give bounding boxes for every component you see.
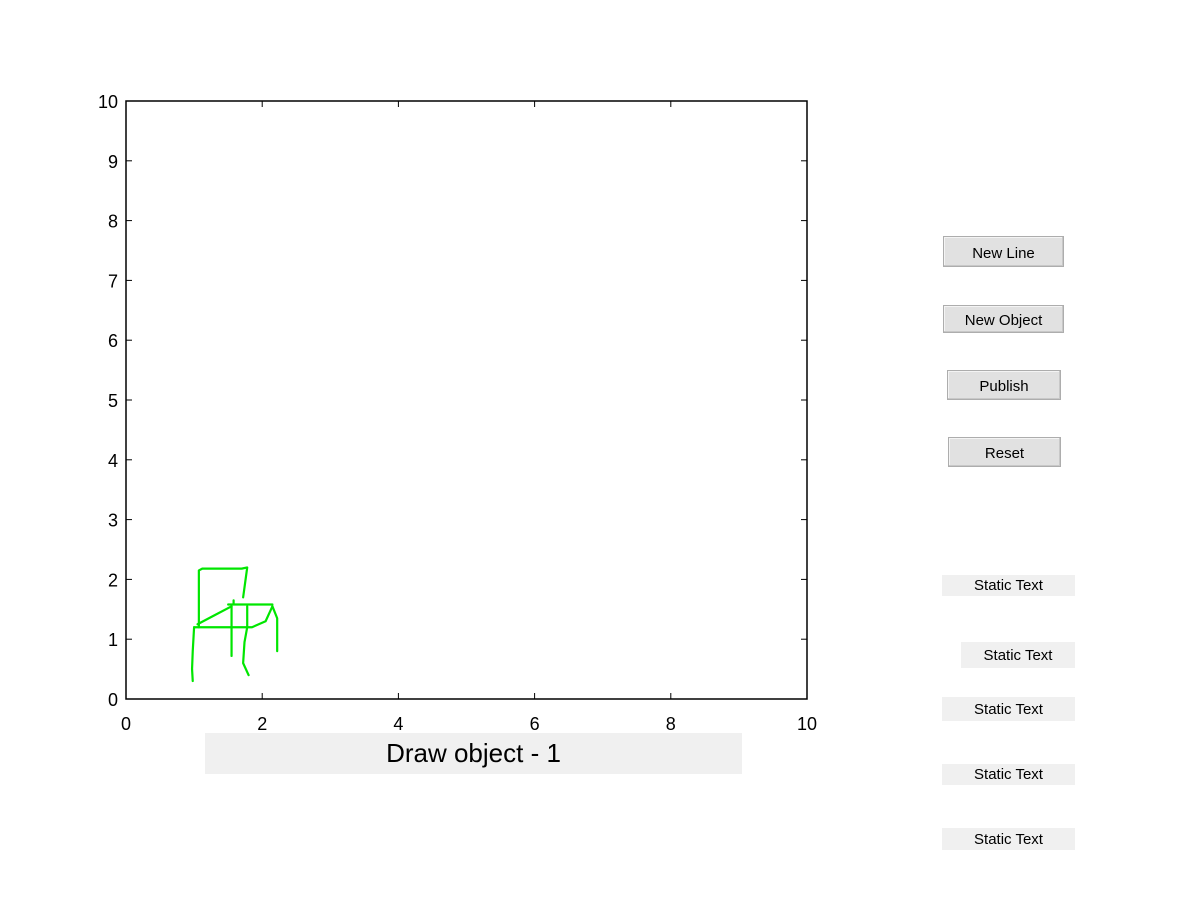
reset-button[interactable]: Reset (948, 437, 1061, 467)
static-text-2: Static Text (961, 642, 1075, 668)
y-tick-label: 1 (108, 630, 118, 650)
x-axis-tick-labels: 0 2 4 6 8 10 (121, 714, 817, 734)
drawn-stroke (196, 605, 233, 626)
figure-window: 0 2 4 6 8 10 0 1 2 3 4 5 6 7 8 9 10 New … (0, 0, 1200, 900)
y-tick-label: 3 (108, 511, 118, 531)
static-text-1: Static Text (942, 575, 1075, 596)
static-text-3: Static Text (942, 697, 1075, 721)
new-object-button[interactable]: New Object (943, 305, 1064, 333)
y-tick-label: 6 (108, 331, 118, 351)
drawn-stroke (242, 605, 250, 677)
y-tick-label: 7 (108, 271, 118, 291)
y-tick-label: 0 (108, 690, 118, 710)
y-axis-tick-labels: 0 1 2 3 4 5 6 7 8 9 10 (98, 92, 118, 710)
drawn-strokes (190, 566, 279, 683)
static-text-5: Static Text (942, 828, 1075, 850)
drawn-stroke (193, 605, 274, 629)
y-tick-label: 5 (108, 391, 118, 411)
new-line-button[interactable]: New Line (943, 236, 1064, 267)
x-tick-label: 0 (121, 714, 131, 734)
drawn-stroke (190, 626, 196, 683)
drawn-stroke (271, 605, 279, 653)
x-tick-label: 2 (257, 714, 267, 734)
y-tick-label: 8 (108, 212, 118, 232)
x-tick-label: 6 (530, 714, 540, 734)
status-label: Draw object - 1 (205, 733, 742, 774)
y-tick-label: 4 (108, 451, 118, 471)
y-tick-label: 2 (108, 570, 118, 590)
x-tick-label: 10 (797, 714, 817, 734)
static-text-4: Static Text (942, 764, 1075, 785)
y-tick-label: 10 (98, 92, 118, 112)
publish-button[interactable]: Publish (947, 370, 1061, 400)
y-tick-label: 9 (108, 152, 118, 172)
drawn-stroke (197, 566, 249, 629)
x-tick-label: 4 (393, 714, 403, 734)
x-tick-label: 8 (666, 714, 676, 734)
